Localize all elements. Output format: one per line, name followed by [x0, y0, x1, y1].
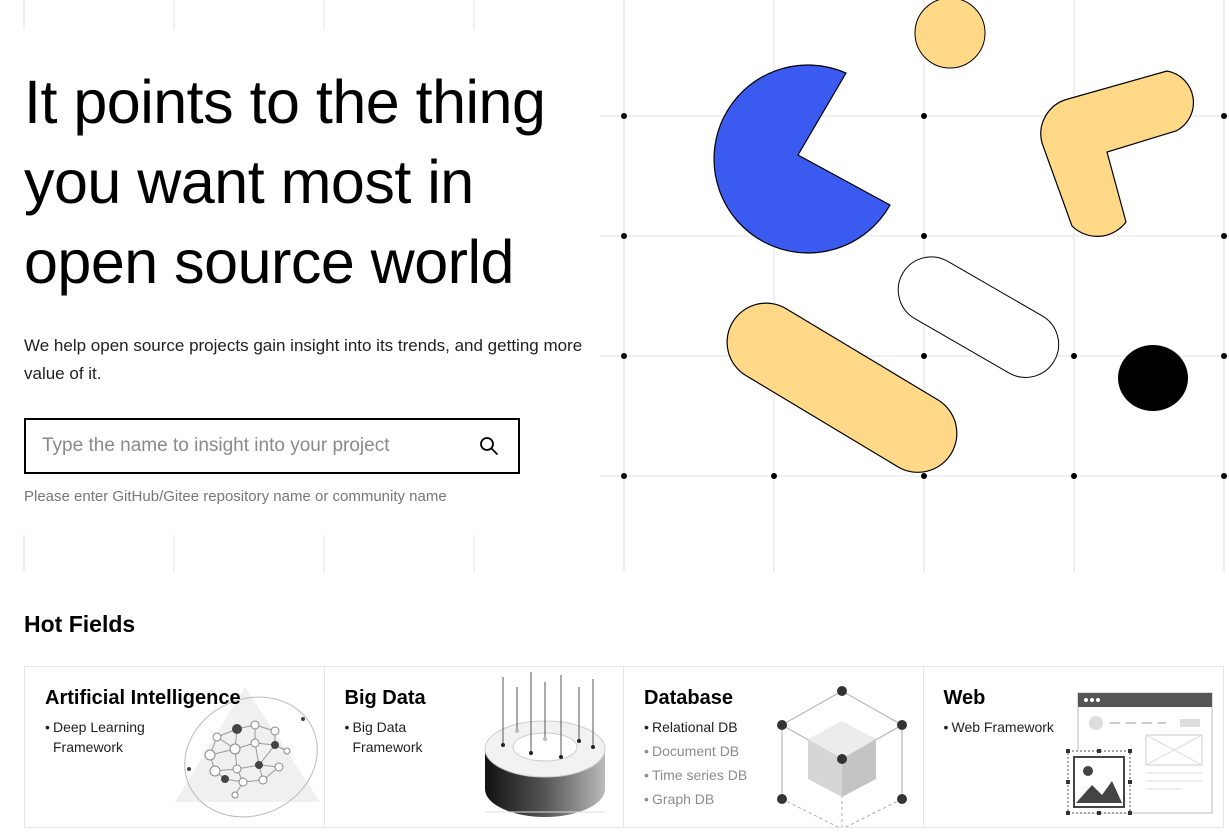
card-list-web: Web Framework	[944, 717, 1054, 737]
search-icon	[480, 437, 498, 455]
list-item[interactable]: Document DB	[644, 741, 747, 761]
hero-title: It points to the thing you want most in …	[24, 62, 594, 302]
yellow-l-shape	[1040, 70, 1194, 237]
card-list-database: Relational DB Document DB Time series DB…	[644, 717, 747, 813]
list-item[interactable]: Web Framework	[944, 717, 1054, 737]
hot-fields-cards: Artificial Intelligence Deep Learning Fr…	[24, 666, 1224, 828]
list-item[interactable]: Deep Learning Framework	[45, 717, 153, 757]
hero-illustration	[621, 0, 1227, 479]
hero-title-line-3: open source world	[24, 228, 514, 296]
card-title-web: Web	[943, 687, 986, 709]
card-web[interactable]: Web Web Framework	[924, 667, 1224, 827]
list-item[interactable]: Relational DB	[644, 717, 747, 737]
database-cube-icon	[777, 686, 907, 827]
search-bar	[24, 418, 520, 474]
blue-pacman	[713, 64, 891, 254]
card-title-database: Database	[644, 687, 733, 709]
card-list-big-data: Big Data Framework	[345, 717, 425, 757]
card-big-data[interactable]: Big Data Big Data Framework	[325, 667, 624, 827]
list-item[interactable]: Time series DB	[644, 765, 747, 785]
hero-text: It points to the thing you want most in …	[24, 62, 594, 388]
yellow-circle	[914, 0, 986, 69]
white-capsule	[897, 256, 1060, 378]
card-title-ai: Artificial Intelligence	[45, 687, 241, 709]
list-item[interactable]: Big Data Framework	[345, 717, 425, 757]
hot-fields-title: Hot Fields	[24, 611, 136, 637]
card-list-ai: Deep Learning Framework	[45, 717, 153, 757]
card-title-big-data: Big Data	[344, 687, 426, 709]
data-ring-icon	[484, 672, 605, 817]
hero-title-line-2: you want most in	[24, 148, 474, 216]
search-hint: Please enter GitHub/Gitee repository nam…	[24, 488, 447, 505]
list-item[interactable]: Graph DB	[644, 789, 747, 809]
hero-title-line-1: It points to the thing	[24, 68, 546, 136]
web-browser-icon	[1065, 692, 1212, 815]
hero-subtitle: We help open source projects gain insigh…	[24, 336, 583, 383]
search-input[interactable]	[26, 420, 460, 472]
card-artificial-intelligence[interactable]: Artificial Intelligence Deep Learning Fr…	[25, 667, 325, 827]
search-button[interactable]	[460, 420, 518, 472]
card-database[interactable]: Database Relational DB Document DB Time …	[624, 667, 924, 827]
black-circle	[1118, 345, 1188, 411]
